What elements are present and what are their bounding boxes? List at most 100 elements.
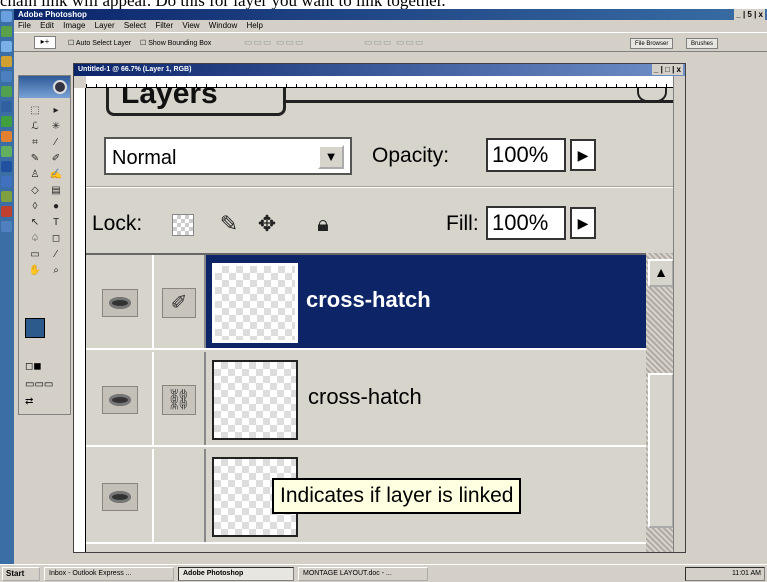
menu-select[interactable]: Select: [124, 21, 146, 30]
menu-layer[interactable]: Layer: [95, 21, 115, 30]
well-tab-file-browser[interactable]: File Browser: [630, 38, 674, 49]
chain-link-icon[interactable]: ⛓: [162, 385, 196, 415]
eye-visibility-icon[interactable]: [102, 289, 138, 317]
visibility-cell[interactable]: [86, 449, 154, 542]
menu-image[interactable]: Image: [63, 21, 85, 30]
start-button[interactable]: Start: [2, 567, 40, 581]
layers-tab[interactable]: Layers: [106, 88, 286, 116]
layer-row-cross-hatch[interactable]: ⛓ cross-hatch: [86, 352, 646, 447]
quicklaunch-icon[interactable]: [1, 176, 12, 187]
quicklaunch-icon[interactable]: [1, 206, 12, 217]
visibility-cell[interactable]: [86, 255, 154, 348]
move-tool-icon[interactable]: ▸: [48, 104, 64, 117]
quicklaunch-icon[interactable]: [1, 221, 12, 232]
distribute-buttons-icon[interactable]: ▭▭▭ ▭▭▭: [364, 37, 425, 48]
document-window: Untitled-1 @ 66.7% (Layer 1, RGB) _ | □ …: [73, 63, 686, 553]
blend-mode-select[interactable]: Normal ▼: [104, 137, 352, 175]
quickmask-icon[interactable]: ◻◼: [25, 361, 42, 372]
layers-scrollbar[interactable]: ▲: [646, 253, 673, 552]
visibility-cell[interactable]: [86, 352, 154, 445]
opacity-slider-arrow-icon[interactable]: ▶: [570, 139, 596, 171]
quicklaunch-icon[interactable]: [1, 26, 12, 37]
quicklaunch-icon[interactable]: [1, 146, 12, 157]
quicklaunch-icon[interactable]: [1, 131, 12, 142]
well-tab-brushes[interactable]: Brushes: [686, 38, 719, 49]
stamp-tool-icon[interactable]: ♙: [27, 168, 43, 181]
horizontal-ruler[interactable]: [86, 76, 673, 88]
document-vertical-scrollbar[interactable]: [673, 76, 685, 552]
hand-tool-icon[interactable]: ✋: [27, 264, 43, 277]
auto-select-checkbox[interactable]: ☐ Auto Select Layer: [68, 39, 131, 47]
healing-brush-icon[interactable]: ✎: [27, 152, 43, 165]
crop-tool-icon[interactable]: ⌗: [27, 136, 43, 149]
eye-visibility-icon[interactable]: [102, 483, 138, 511]
lock-transparency-icon[interactable]: [172, 214, 194, 236]
eyedropper-icon[interactable]: ⁄: [48, 248, 64, 261]
quicklaunch-icon[interactable]: [1, 191, 12, 202]
auto-select-label: Auto Select Layer: [75, 40, 132, 47]
screen-mode-icon[interactable]: ▭▭▭: [25, 379, 53, 390]
menu-file[interactable]: File: [18, 21, 31, 30]
quicklaunch-icon[interactable]: [1, 11, 12, 22]
menu-edit[interactable]: Edit: [40, 21, 54, 30]
zoom-tool-icon[interactable]: ⌕: [48, 264, 64, 277]
lock-label: Lock:: [92, 212, 143, 235]
eye-visibility-icon[interactable]: [102, 386, 138, 414]
menu-view[interactable]: View: [182, 21, 199, 30]
fill-input[interactable]: 100%: [486, 206, 566, 240]
vertical-ruler[interactable]: [74, 88, 86, 552]
task-outlook-express[interactable]: Inbox - Outlook Express ...: [44, 567, 174, 581]
opacity-input[interactable]: 100%: [486, 138, 566, 172]
fill-slider-arrow-icon[interactable]: ▶: [570, 207, 596, 239]
magic-wand-icon[interactable]: ✳: [48, 120, 64, 133]
shape-tool-icon[interactable]: ◻: [48, 232, 64, 245]
gradient-tool-icon[interactable]: ▤: [48, 184, 64, 197]
quicklaunch-icon[interactable]: [1, 41, 12, 52]
quicklaunch-icon[interactable]: [1, 71, 12, 82]
document-window-controls[interactable]: _ | □ | x: [651, 64, 683, 75]
document-canvas[interactable]: Layers Normal ▼ Opacity: 100% ▶ Lock: ✎ …: [86, 88, 673, 552]
menu-help[interactable]: Help: [246, 21, 262, 30]
lock-all-padlock-icon[interactable]: 🔒︎: [308, 210, 338, 238]
quicklaunch-icon[interactable]: [1, 86, 12, 97]
align-buttons-icon[interactable]: ▭▭▭ ▭▭▭: [244, 37, 305, 48]
jump-to-imageready-icon[interactable]: ⇄: [25, 396, 33, 407]
photoshop-eye-icon[interactable]: [53, 80, 67, 94]
palette-top-edge: [266, 100, 673, 103]
task-adobe-photoshop[interactable]: Adobe Photoshop: [178, 567, 294, 581]
eraser-tool-icon[interactable]: ◇: [27, 184, 43, 197]
slice-tool-icon[interactable]: ⁄: [48, 136, 64, 149]
brush-icon[interactable]: ✐: [162, 288, 196, 318]
show-bounding-checkbox[interactable]: ☐ Show Bounding Box: [140, 39, 211, 47]
link-cell[interactable]: ✐: [154, 255, 206, 348]
brush-tool-icon[interactable]: ✐: [48, 152, 64, 165]
lock-position-move-icon[interactable]: ✥: [252, 210, 282, 238]
notes-tool-icon[interactable]: ▭: [27, 248, 43, 261]
scrollbar-thumb[interactable]: [648, 373, 673, 528]
lock-image-brush-icon[interactable]: ✎: [214, 210, 244, 238]
menu-filter[interactable]: Filter: [155, 21, 173, 30]
marquee-tool-icon[interactable]: ⬚: [27, 104, 43, 117]
chevron-down-icon[interactable]: ▼: [318, 145, 344, 169]
palette-menu-arrow-icon[interactable]: [637, 88, 667, 102]
quicklaunch-icon[interactable]: [1, 56, 12, 67]
quicklaunch-icon[interactable]: [1, 116, 12, 127]
layer-row-cross-hatch-selected[interactable]: ✐ cross-hatch: [86, 255, 646, 350]
scroll-up-arrow-icon[interactable]: ▲: [648, 259, 673, 287]
dodge-tool-icon[interactable]: ●: [48, 200, 64, 213]
blur-tool-icon[interactable]: ◊: [27, 200, 43, 213]
app-window-controls[interactable]: _ | 5 | x: [734, 9, 765, 20]
link-cell[interactable]: ⛓: [154, 352, 206, 445]
history-brush-icon[interactable]: ✍: [48, 168, 64, 181]
move-tool-preset-icon[interactable]: ▸+: [34, 36, 56, 49]
quicklaunch-icon[interactable]: [1, 101, 12, 112]
task-montage-layout-doc[interactable]: MONTAGE LAYOUT.doc - ...: [298, 567, 428, 581]
pen-tool-icon[interactable]: ♤: [27, 232, 43, 245]
menu-window[interactable]: Window: [209, 21, 237, 30]
lasso-tool-icon[interactable]: ℒ: [27, 120, 43, 133]
foreground-color-swatch[interactable]: [25, 318, 45, 338]
type-tool-icon[interactable]: T: [48, 216, 64, 229]
quicklaunch-icon[interactable]: [1, 161, 12, 172]
path-select-icon[interactable]: ↖: [27, 216, 43, 229]
link-cell[interactable]: [154, 449, 206, 542]
